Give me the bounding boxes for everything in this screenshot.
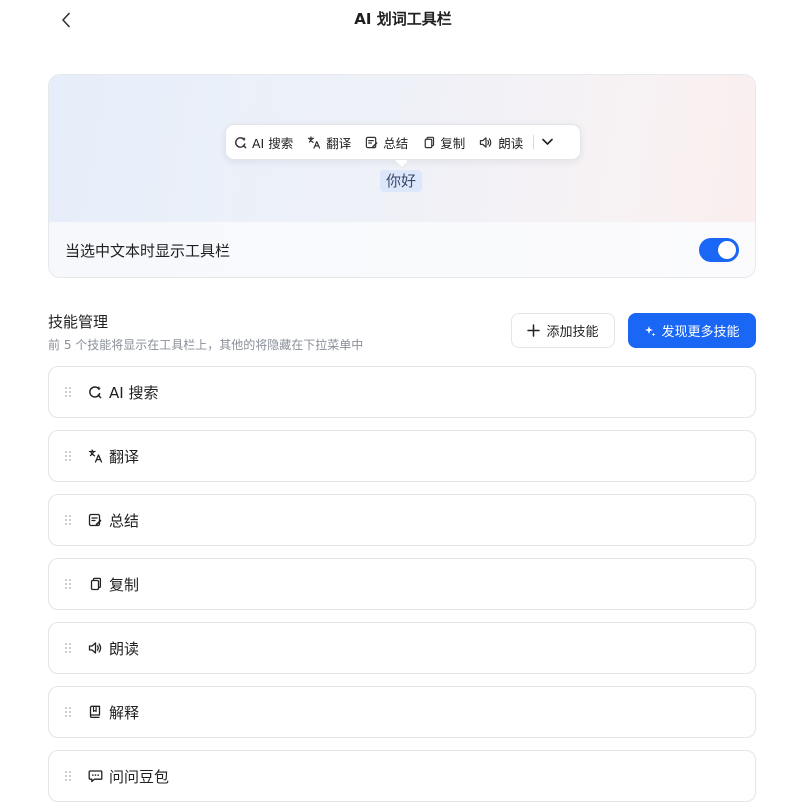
skill-item-read-aloud[interactable]: 朗读	[48, 622, 756, 674]
toolbar-read-aloud[interactable]: 朗读	[479, 133, 523, 152]
drag-handle-icon[interactable]	[63, 449, 73, 463]
skill-list: AI 搜索 翻译 总结 复制 朗读 解释 问问豆包	[48, 366, 756, 812]
copy-icon	[87, 576, 103, 592]
drag-handle-icon[interactable]	[63, 513, 73, 527]
ai-search-icon	[87, 384, 103, 400]
toolbar-divider	[533, 135, 535, 149]
chat-icon	[87, 768, 103, 784]
drag-handle-icon[interactable]	[63, 705, 73, 719]
read-aloud-icon	[87, 640, 103, 656]
skill-label: 解释	[109, 703, 140, 722]
show-toolbar-row: 当选中文本时显示工具栏	[49, 222, 755, 277]
toolbar-translate[interactable]: 翻译	[307, 133, 351, 152]
drag-handle-icon[interactable]	[63, 641, 73, 655]
skill-label: AI 搜索	[109, 383, 159, 402]
skill-label: 复制	[109, 575, 140, 594]
skill-label: 朗读	[109, 639, 140, 658]
skills-section-description: 前 5 个技能将显示在工具栏上，其他的将隐藏在下拉菜单中	[48, 338, 364, 352]
ai-search-icon	[235, 136, 247, 148]
translate-icon	[87, 448, 103, 464]
chevron-down-icon	[542, 138, 554, 145]
toolbar-ai-search[interactable]: AI 搜索	[234, 133, 293, 152]
summary-icon	[366, 136, 378, 148]
toggle-knob	[718, 241, 736, 259]
skills-section-title: 技能管理	[48, 313, 109, 331]
show-toolbar-label: 当选中文本时显示工具栏	[65, 242, 231, 260]
discover-more-skills-button[interactable]: 发现更多技能	[628, 313, 756, 348]
skill-label: 问问豆包	[109, 767, 170, 786]
toolbar-preview: AI 搜索 翻译 总结 复制 朗读 你好	[49, 75, 755, 222]
toolbar-copy[interactable]: 复制	[422, 133, 465, 152]
add-skill-button[interactable]: 添加技能	[511, 313, 615, 348]
skill-item-ai-search[interactable]: AI 搜索	[48, 366, 756, 418]
skill-label: 总结	[109, 511, 140, 530]
book-icon	[87, 704, 103, 720]
read-aloud-icon	[480, 136, 492, 148]
floating-toolbar: AI 搜索 翻译 总结 复制 朗读	[225, 124, 581, 160]
selected-text-sample: 你好	[380, 170, 423, 192]
skill-item-summary[interactable]: 总结	[48, 494, 756, 546]
skill-label: 翻译	[109, 447, 140, 466]
translate-icon	[308, 135, 321, 149]
skill-item-ask-doubao[interactable]: 问问豆包	[48, 750, 756, 802]
page-title: AI 划词工具栏	[354, 10, 452, 28]
skill-item-copy[interactable]: 复制	[48, 558, 756, 610]
drag-handle-icon[interactable]	[63, 577, 73, 591]
preview-card: AI 搜索 翻译 总结 复制 朗读 你好 当选中文本时显示工具栏	[48, 74, 756, 278]
skill-item-translate[interactable]: 翻译	[48, 430, 756, 482]
skill-item-explain[interactable]: 解释	[48, 686, 756, 738]
plus-icon	[527, 324, 541, 337]
drag-handle-icon[interactable]	[63, 769, 73, 783]
toolbar-pointer	[395, 160, 407, 168]
toolbar-summary[interactable]: 总结	[365, 133, 408, 152]
toolbar-more-button[interactable]	[542, 138, 554, 146]
sparkle-icon	[645, 325, 656, 336]
copy-icon	[424, 136, 435, 148]
drag-handle-icon[interactable]	[63, 385, 73, 399]
show-toolbar-toggle[interactable]	[699, 238, 739, 262]
summary-icon	[87, 512, 103, 528]
